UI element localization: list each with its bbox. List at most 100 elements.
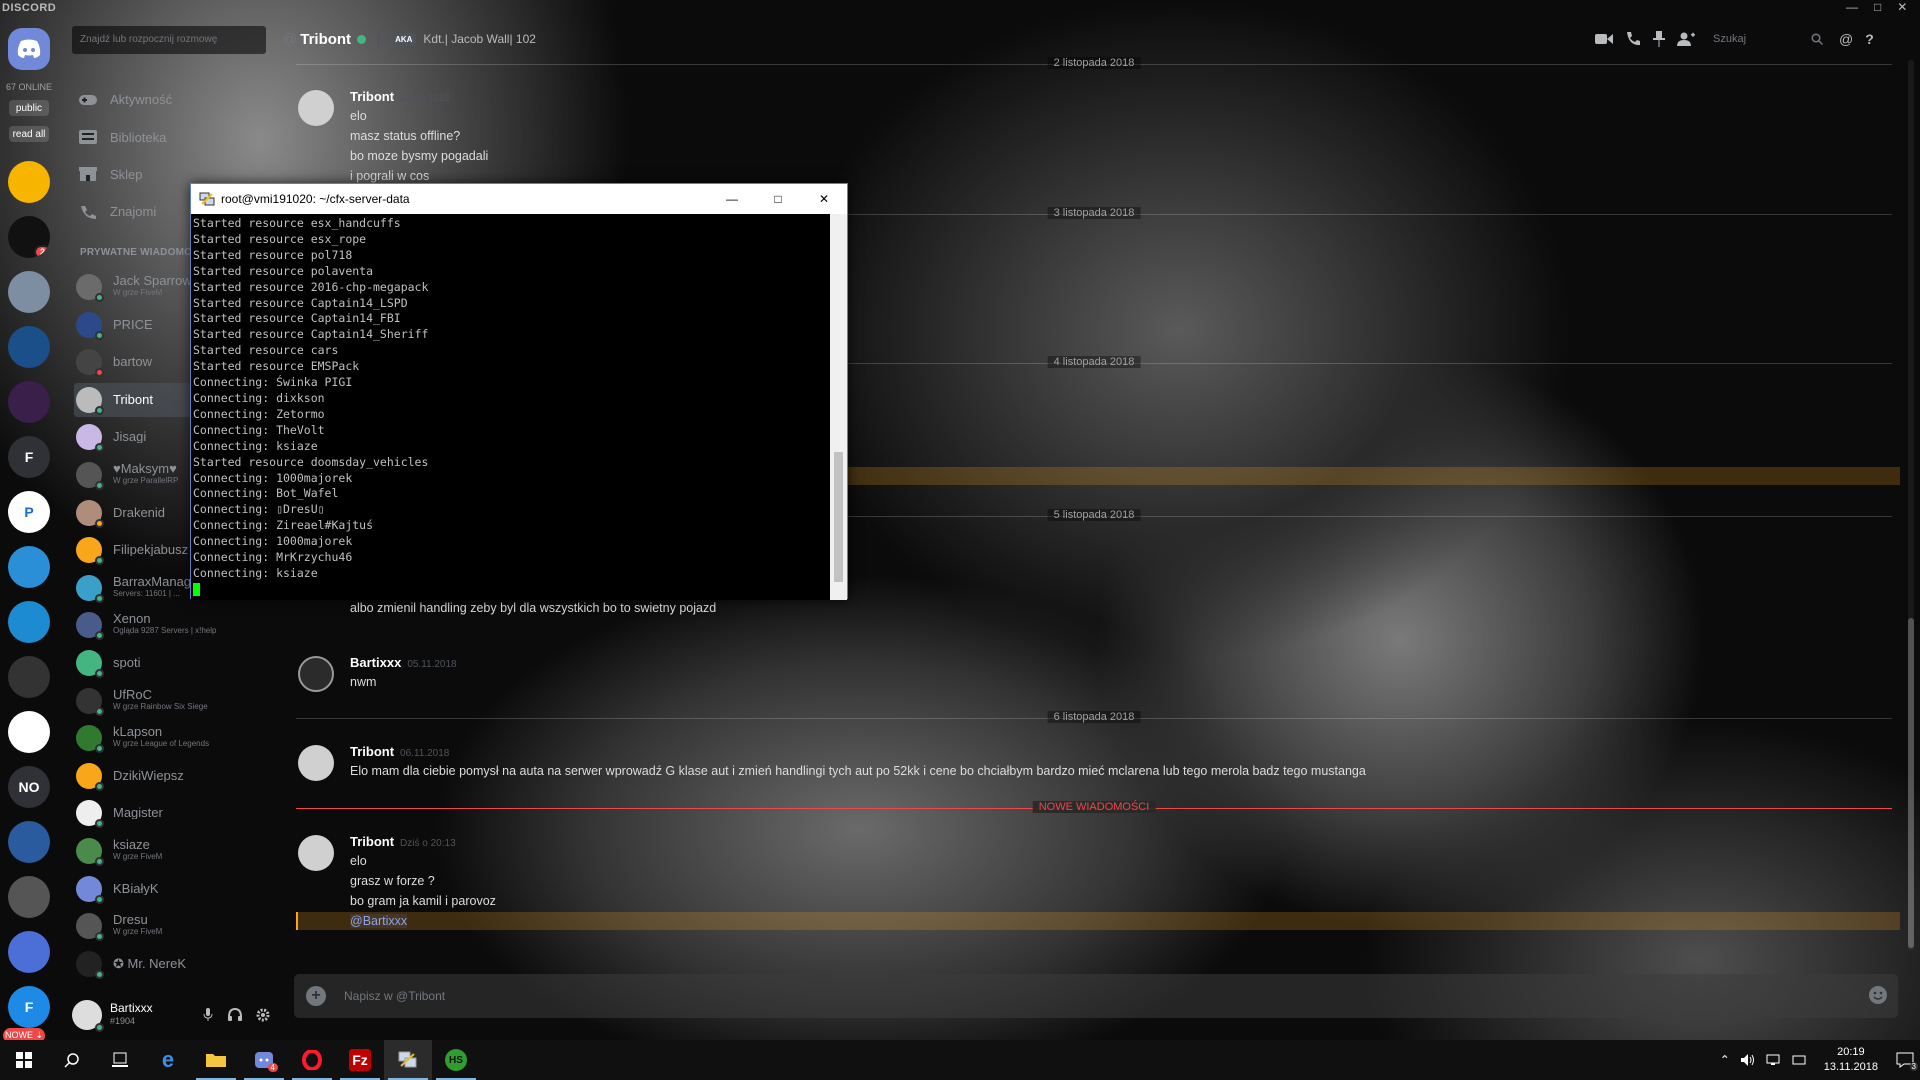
server-icon[interactable] <box>8 326 50 368</box>
dm-list-item[interactable]: ksiaze W grze FiveM <box>74 834 274 868</box>
server-icon[interactable]: P <box>8 491 50 533</box>
message-text: masz status offline? <box>350 129 461 143</box>
edge-taskbar-button[interactable]: e <box>144 1040 192 1080</box>
volume-icon[interactable] <box>1740 1053 1756 1067</box>
dm-list-item[interactable]: UfRoC W grze Rainbow Six Siege <box>74 684 274 718</box>
headphones-icon[interactable] <box>228 1008 242 1022</box>
home-button[interactable] <box>8 28 50 70</box>
dm-avatar <box>76 612 104 641</box>
dm-list-item[interactable]: Magister <box>74 796 274 830</box>
putty-taskbar-button[interactable] <box>384 1040 432 1080</box>
message-author[interactable]: Tribont <box>350 834 394 849</box>
terminal-titlebar[interactable]: root@vmi191020: ~/cfx-server-data — □ ✕ <box>191 184 847 214</box>
server-icon[interactable] <box>8 821 50 863</box>
channel-name[interactable]: Tribont <box>300 31 351 48</box>
hs-taskbar-button[interactable]: HS <box>432 1040 480 1080</box>
server-icon[interactable] <box>8 601 50 643</box>
notifications-icon[interactable]: 3 <box>1896 1052 1918 1071</box>
server-icon[interactable] <box>8 271 50 313</box>
nav-activity[interactable]: Aktywność <box>78 86 172 112</box>
dm-list-item[interactable]: DzikiWiepsz <box>74 759 274 793</box>
settings-gear-icon[interactable] <box>256 1008 270 1022</box>
server-icon[interactable] <box>8 656 50 698</box>
message-avatar[interactable] <box>298 835 334 871</box>
chat-scrollbar-thumb[interactable] <box>1908 618 1914 948</box>
emoji-icon[interactable] <box>1868 985 1888 1005</box>
message-author[interactable]: Bartixxx <box>350 655 401 670</box>
message-avatar[interactable] <box>298 745 334 781</box>
message-author[interactable]: Tribont <box>350 744 394 759</box>
message-timestamp: Dziś o 20:13 <box>400 838 456 849</box>
server-icon[interactable] <box>8 381 50 423</box>
terminal-scrollbar[interactable] <box>830 214 847 600</box>
filezilla-taskbar-button[interactable]: Fz <box>336 1040 384 1080</box>
server-icon[interactable] <box>8 546 50 588</box>
nav-friends-label: Znajomi <box>110 203 157 219</box>
taskbar-search-button[interactable] <box>48 1040 96 1080</box>
chevron-up-icon[interactable]: ⌃ <box>1720 1053 1730 1067</box>
dm-list-item[interactable]: Dresu W grze FiveM <box>74 909 274 943</box>
maximize-icon[interactable]: □ <box>1874 0 1881 14</box>
dm-search-input[interactable]: Znajdź lub rozpocznij rozmowę <box>72 26 266 54</box>
dm-list-item[interactable]: KBiałyK <box>74 872 274 906</box>
nav-library[interactable]: Biblioteka <box>78 124 166 150</box>
terminal-line: Connecting: Bot_Wafel <box>193 486 339 501</box>
message-author[interactable]: Tribont <box>350 89 394 104</box>
terminal-line: Connecting: Zireael#Kajtuś <box>193 518 374 533</box>
language-icon[interactable] <box>1792 1053 1806 1067</box>
opera-icon <box>302 1050 322 1070</box>
start-button[interactable] <box>0 1040 48 1080</box>
terminal-minimize-icon[interactable]: — <box>709 184 755 214</box>
message-composer[interactable]: + Napisz w @Tribont <box>294 974 1898 1018</box>
network-icon[interactable] <box>1766 1053 1782 1067</box>
terminal-line: Started resource pol718 <box>193 247 353 262</box>
dm-list-item[interactable]: kLapson W grze League of Legends <box>74 721 274 755</box>
minimize-icon[interactable]: — <box>1846 0 1858 14</box>
dm-avatar <box>76 838 104 866</box>
server-icon[interactable]: 2 <box>8 216 50 258</box>
user-mention[interactable]: @Bartixxx <box>350 914 408 928</box>
voice-call-icon[interactable] <box>1625 31 1641 47</box>
header-search-input[interactable]: Szukaj <box>1707 28 1827 50</box>
task-view-button[interactable] <box>96 1040 144 1080</box>
microphone-icon[interactable] <box>202 1008 214 1022</box>
server-icon[interactable]: F <box>8 986 50 1028</box>
message-avatar[interactable] <box>298 656 334 692</box>
user-avatar[interactable] <box>72 1000 104 1032</box>
terminal-maximize-icon[interactable]: □ <box>755 184 801 214</box>
read-all-button[interactable]: read all <box>9 126 49 142</box>
pin-icon[interactable] <box>1653 31 1665 47</box>
opera-taskbar-button[interactable] <box>288 1040 336 1080</box>
server-icon[interactable] <box>8 161 50 203</box>
server-icon[interactable]: F <box>8 436 50 478</box>
help-icon[interactable]: ? <box>1865 31 1874 47</box>
terminal-output[interactable]: Started resource esx_handcuffs Started re… <box>191 214 831 600</box>
dm-list-item[interactable]: Xenon Ogląda 9287 Servers | x!help <box>74 608 274 642</box>
server-icon[interactable]: NO <box>8 766 50 808</box>
server-icon[interactable] <box>8 876 50 918</box>
public-button[interactable]: public <box>9 100 49 116</box>
server-icon[interactable] <box>8 711 50 753</box>
upload-plus-icon[interactable]: + <box>306 986 326 1006</box>
terminal-line: Started resource doomsday_vehicles <box>193 454 429 469</box>
nav-shop[interactable]: Sklep <box>78 161 143 187</box>
putty-terminal-window[interactable]: root@vmi191020: ~/cfx-server-data — □ ✕ … <box>190 183 848 600</box>
discord-taskbar-button[interactable]: 4 <box>240 1040 288 1080</box>
explorer-taskbar-button[interactable] <box>192 1040 240 1080</box>
notification-count: 3 <box>1909 1062 1918 1071</box>
mentions-icon[interactable]: @ <box>1839 31 1853 47</box>
add-friend-icon[interactable] <box>1677 32 1695 46</box>
hs-icon: HS <box>445 1049 467 1071</box>
clock[interactable]: 20:19 13.11.2018 <box>1824 1045 1878 1075</box>
server-icon[interactable] <box>8 931 50 973</box>
terminal-close-icon[interactable]: ✕ <box>801 184 847 214</box>
close-icon[interactable]: ✕ <box>1897 0 1907 14</box>
nav-friends[interactable]: Znajomi <box>78 198 156 224</box>
dm-list-item[interactable]: ✪ Mr. NereK <box>74 947 274 981</box>
video-call-icon[interactable] <box>1595 33 1613 45</box>
dm-list-item[interactable]: spoti <box>74 646 274 680</box>
terminal-scrollbar-thumb[interactable] <box>834 452 843 582</box>
date-divider-label: 3 listopada 2018 <box>1047 207 1141 219</box>
server-initials: F <box>24 449 34 465</box>
message-avatar[interactable] <box>298 90 334 126</box>
